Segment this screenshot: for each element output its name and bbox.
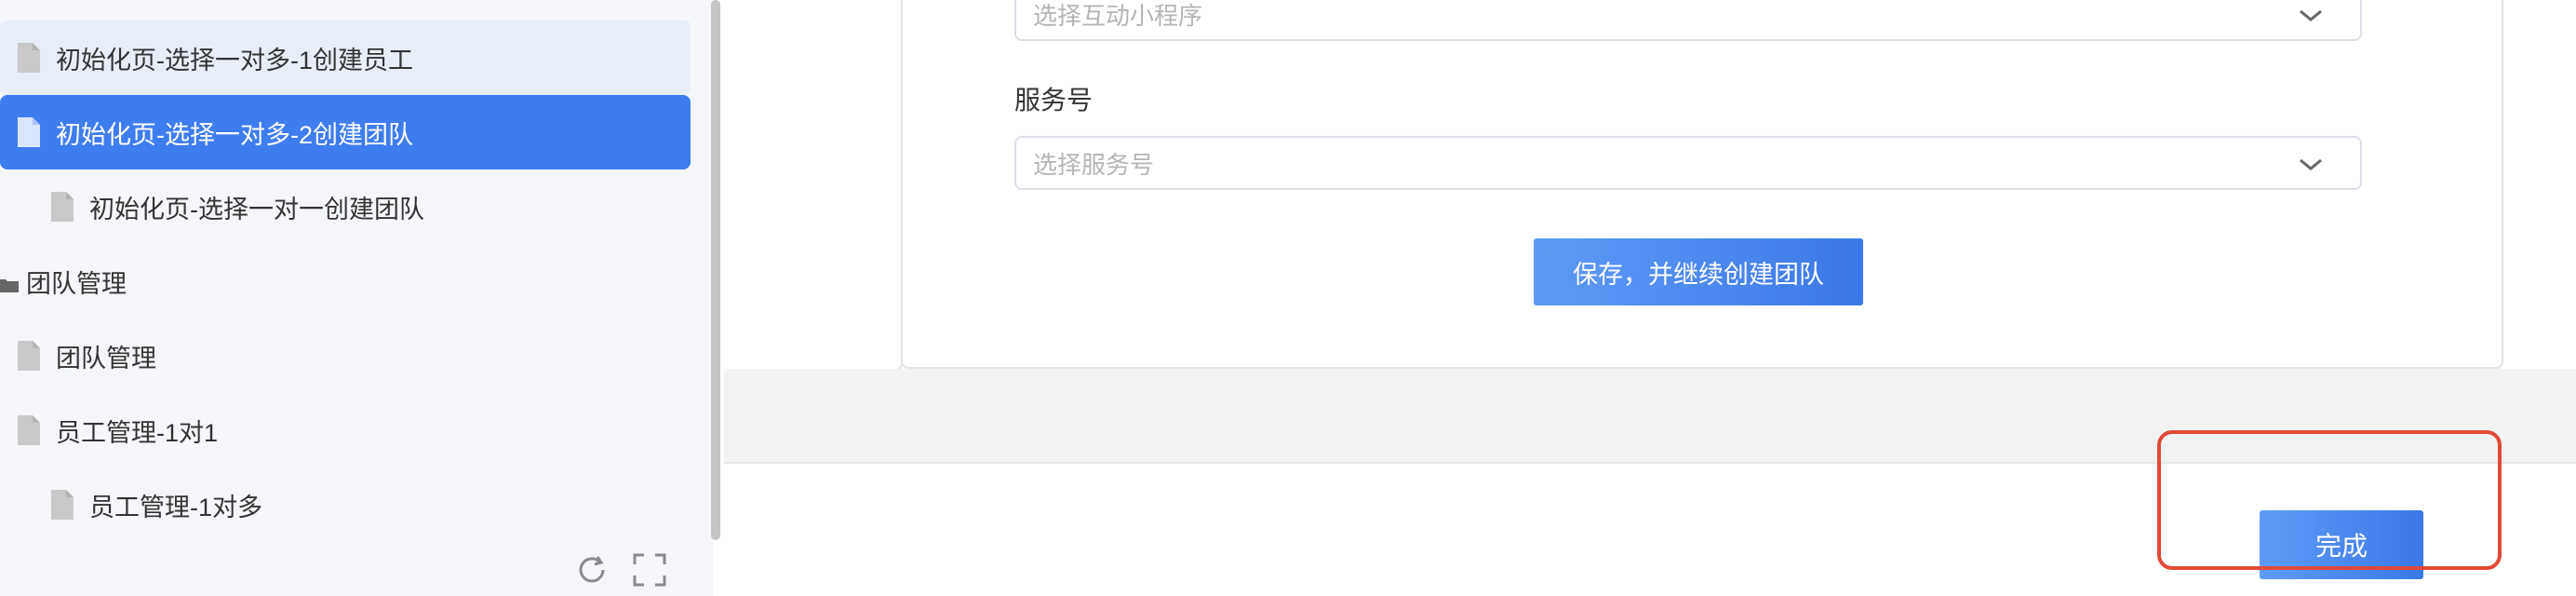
page-icon	[48, 191, 76, 223]
tree-folder-team-management[interactable]: 团队管理	[0, 244, 691, 318]
sidebar-scrollbar[interactable]	[711, 0, 720, 540]
tree-item-employee-1to1[interactable]: 员工管理-1对1	[0, 393, 691, 467]
page-icon	[15, 42, 43, 74]
tree-item-label: 初始化页-选择一对一创建团队	[89, 195, 424, 224]
service-account-placeholder: 选择服务号	[1033, 150, 1155, 179]
service-account-select[interactable]: 选择服务号	[1014, 136, 2362, 190]
chevron-down-icon	[2295, 149, 2327, 181]
highlight-annotation	[2157, 430, 2502, 570]
tree-item-team-management[interactable]: 团队管理	[0, 318, 691, 393]
tree-item-employee-1tomany[interactable]: 员工管理-1对多	[0, 467, 691, 542]
mini-program-placeholder: 选择互动小程序	[1033, 1, 1203, 30]
chevron-down-icon	[2295, 0, 2327, 32]
mini-program-select[interactable]: 选择互动小程序	[1014, 0, 2362, 41]
tree-item-create-employee[interactable]: 初始化页-选择一对多-1创建员工	[0, 20, 691, 95]
tree-item-label: 初始化页-选择一对多-1创建员工	[56, 46, 413, 74]
tree-item-label: 团队管理	[26, 269, 127, 298]
refresh-icon[interactable]	[573, 551, 610, 593]
page-icon	[15, 340, 43, 372]
tree-item-one-to-one[interactable]: 初始化页-选择一对一创建团队	[0, 169, 691, 244]
tree-item-label: 员工管理-1对多	[89, 493, 263, 522]
tree-item-create-team-selected[interactable]: 初始化页-选择一对多-2创建团队	[0, 95, 691, 169]
sidebar: 初始化页-选择一对多-1创建员工 初始化页-选择一对多-2创建团队 初始化页-选…	[0, 0, 713, 596]
tree-item-label: 初始化页-选择一对多-2创建团队	[56, 120, 413, 149]
folder-icon	[0, 272, 19, 292]
tree-item-label: 员工管理-1对1	[56, 418, 219, 447]
page-icon	[15, 116, 43, 148]
outer-panel	[724, 0, 903, 371]
service-account-label: 服务号	[1014, 86, 1093, 115]
fullscreen-icon[interactable]	[631, 551, 668, 593]
page-icon	[48, 489, 76, 521]
sidebar-tools	[573, 551, 668, 593]
page-icon	[15, 414, 43, 446]
tree-item-label: 团队管理	[56, 344, 156, 372]
save-continue-button[interactable]: 保存，并继续创建团队	[1534, 238, 1863, 305]
